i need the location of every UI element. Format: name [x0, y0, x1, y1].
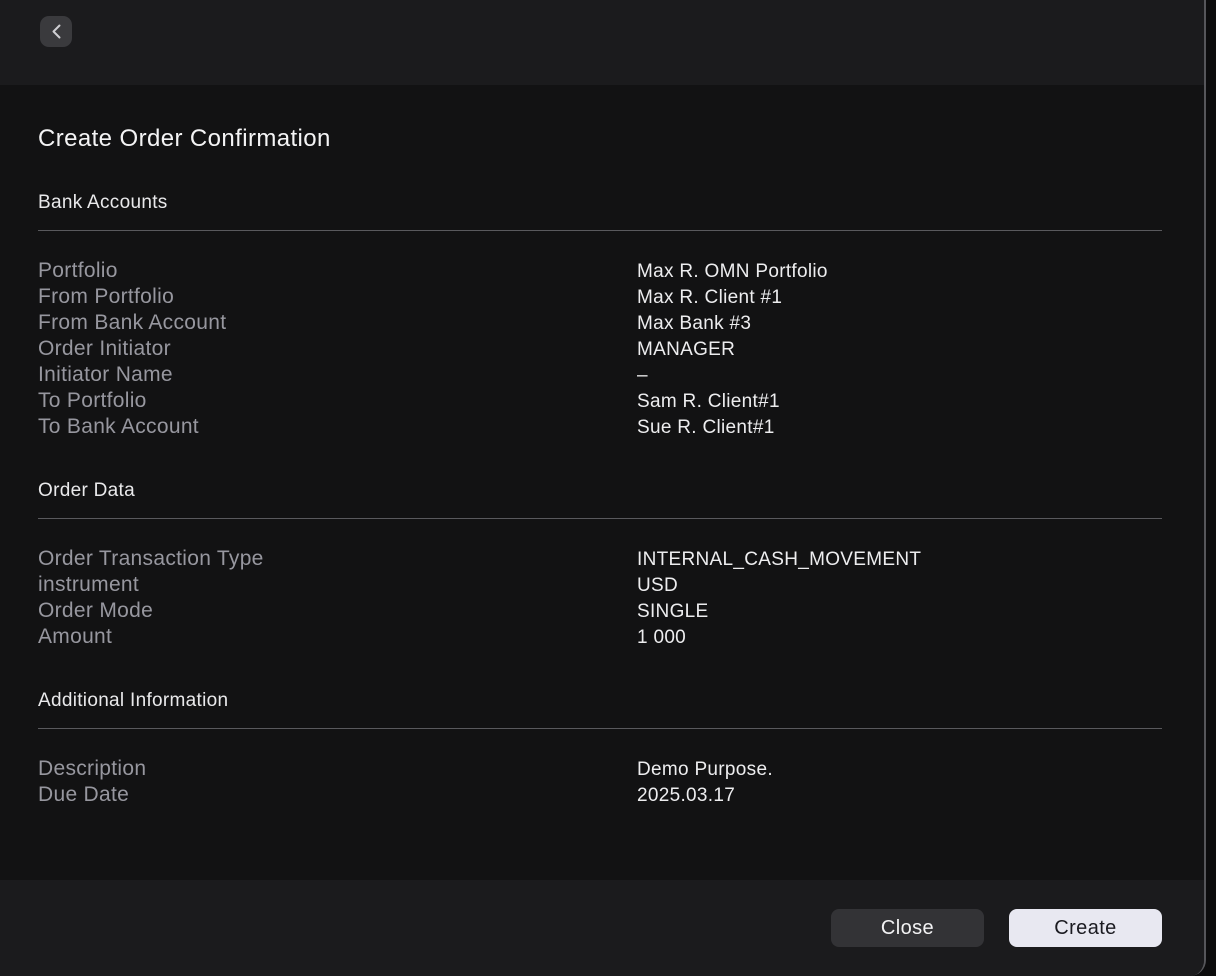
chevron-left-icon	[51, 24, 62, 39]
section-divider	[38, 518, 1162, 519]
field-value: MANAGER	[637, 339, 735, 361]
field-row-description: Description Demo Purpose.	[38, 757, 1162, 783]
section-title: Bank Accounts	[38, 192, 1162, 214]
field-value: Sam R. Client#1	[637, 391, 780, 413]
field-label: To Portfolio	[38, 389, 637, 413]
create-button[interactable]: Create	[1009, 909, 1162, 947]
field-value: USD	[637, 575, 678, 597]
field-label: Order Initiator	[38, 337, 637, 361]
field-label: Order Mode	[38, 599, 637, 623]
field-label: Due Date	[38, 783, 637, 807]
section-title: Additional Information	[38, 690, 1162, 712]
field-label: From Portfolio	[38, 285, 637, 309]
field-row-due-date: Due Date 2025.03.17	[38, 783, 1162, 809]
order-confirmation-panel: Create Order Confirmation Bank Accounts …	[0, 0, 1206, 976]
top-bar	[0, 0, 1204, 85]
section-order-data: Order Data Order Transaction Type INTERN…	[38, 480, 1162, 651]
section-divider	[38, 230, 1162, 231]
field-row-portfolio: Portfolio Max R. OMN Portfolio	[38, 259, 1162, 285]
field-row-instrument: instrument USD	[38, 573, 1162, 599]
section-title: Order Data	[38, 480, 1162, 502]
field-value: Max R. Client #1	[637, 287, 782, 309]
field-value: Sue R. Client#1	[637, 417, 775, 439]
close-button[interactable]: Close	[831, 909, 984, 947]
field-value: Max R. OMN Portfolio	[637, 261, 828, 283]
section-rows: Order Transaction Type INTERNAL_CASH_MOV…	[38, 547, 1162, 651]
field-label: From Bank Account	[38, 311, 637, 335]
field-value: SINGLE	[637, 601, 709, 623]
field-row-from-portfolio: From Portfolio Max R. Client #1	[38, 285, 1162, 311]
field-label: Description	[38, 757, 637, 781]
field-value: 1 000	[637, 627, 686, 649]
field-row-to-bank-account: To Bank Account Sue R. Client#1	[38, 415, 1162, 441]
back-button[interactable]	[40, 16, 72, 47]
field-label: Amount	[38, 625, 637, 649]
field-row-from-bank-account: From Bank Account Max Bank #3	[38, 311, 1162, 337]
field-value: Demo Purpose.	[637, 759, 773, 781]
field-row-initiator-name: Initiator Name –	[38, 363, 1162, 389]
dialog-content: Create Order Confirmation Bank Accounts …	[0, 85, 1204, 880]
field-value: Max Bank #3	[637, 313, 751, 335]
section-rows: Portfolio Max R. OMN Portfolio From Port…	[38, 259, 1162, 441]
section-divider	[38, 728, 1162, 729]
field-label: To Bank Account	[38, 415, 637, 439]
field-row-order-transaction-type: Order Transaction Type INTERNAL_CASH_MOV…	[38, 547, 1162, 573]
section-rows: Description Demo Purpose. Due Date 2025.…	[38, 757, 1162, 809]
field-row-order-initiator: Order Initiator MANAGER	[38, 337, 1162, 363]
field-value: 2025.03.17	[637, 785, 735, 807]
footer-bar: Close Create	[0, 880, 1204, 976]
section-bank-accounts: Bank Accounts Portfolio Max R. OMN Portf…	[38, 192, 1162, 441]
field-label: Order Transaction Type	[38, 547, 637, 571]
field-row-order-mode: Order Mode SINGLE	[38, 599, 1162, 625]
field-label: Portfolio	[38, 259, 637, 283]
field-row-amount: Amount 1 000	[38, 625, 1162, 651]
section-additional-information: Additional Information Description Demo …	[38, 690, 1162, 809]
field-label: instrument	[38, 573, 637, 597]
field-row-to-portfolio: To Portfolio Sam R. Client#1	[38, 389, 1162, 415]
field-value: –	[637, 365, 648, 387]
field-label: Initiator Name	[38, 363, 637, 387]
field-value: INTERNAL_CASH_MOVEMENT	[637, 549, 921, 571]
page-title: Create Order Confirmation	[38, 125, 1162, 153]
